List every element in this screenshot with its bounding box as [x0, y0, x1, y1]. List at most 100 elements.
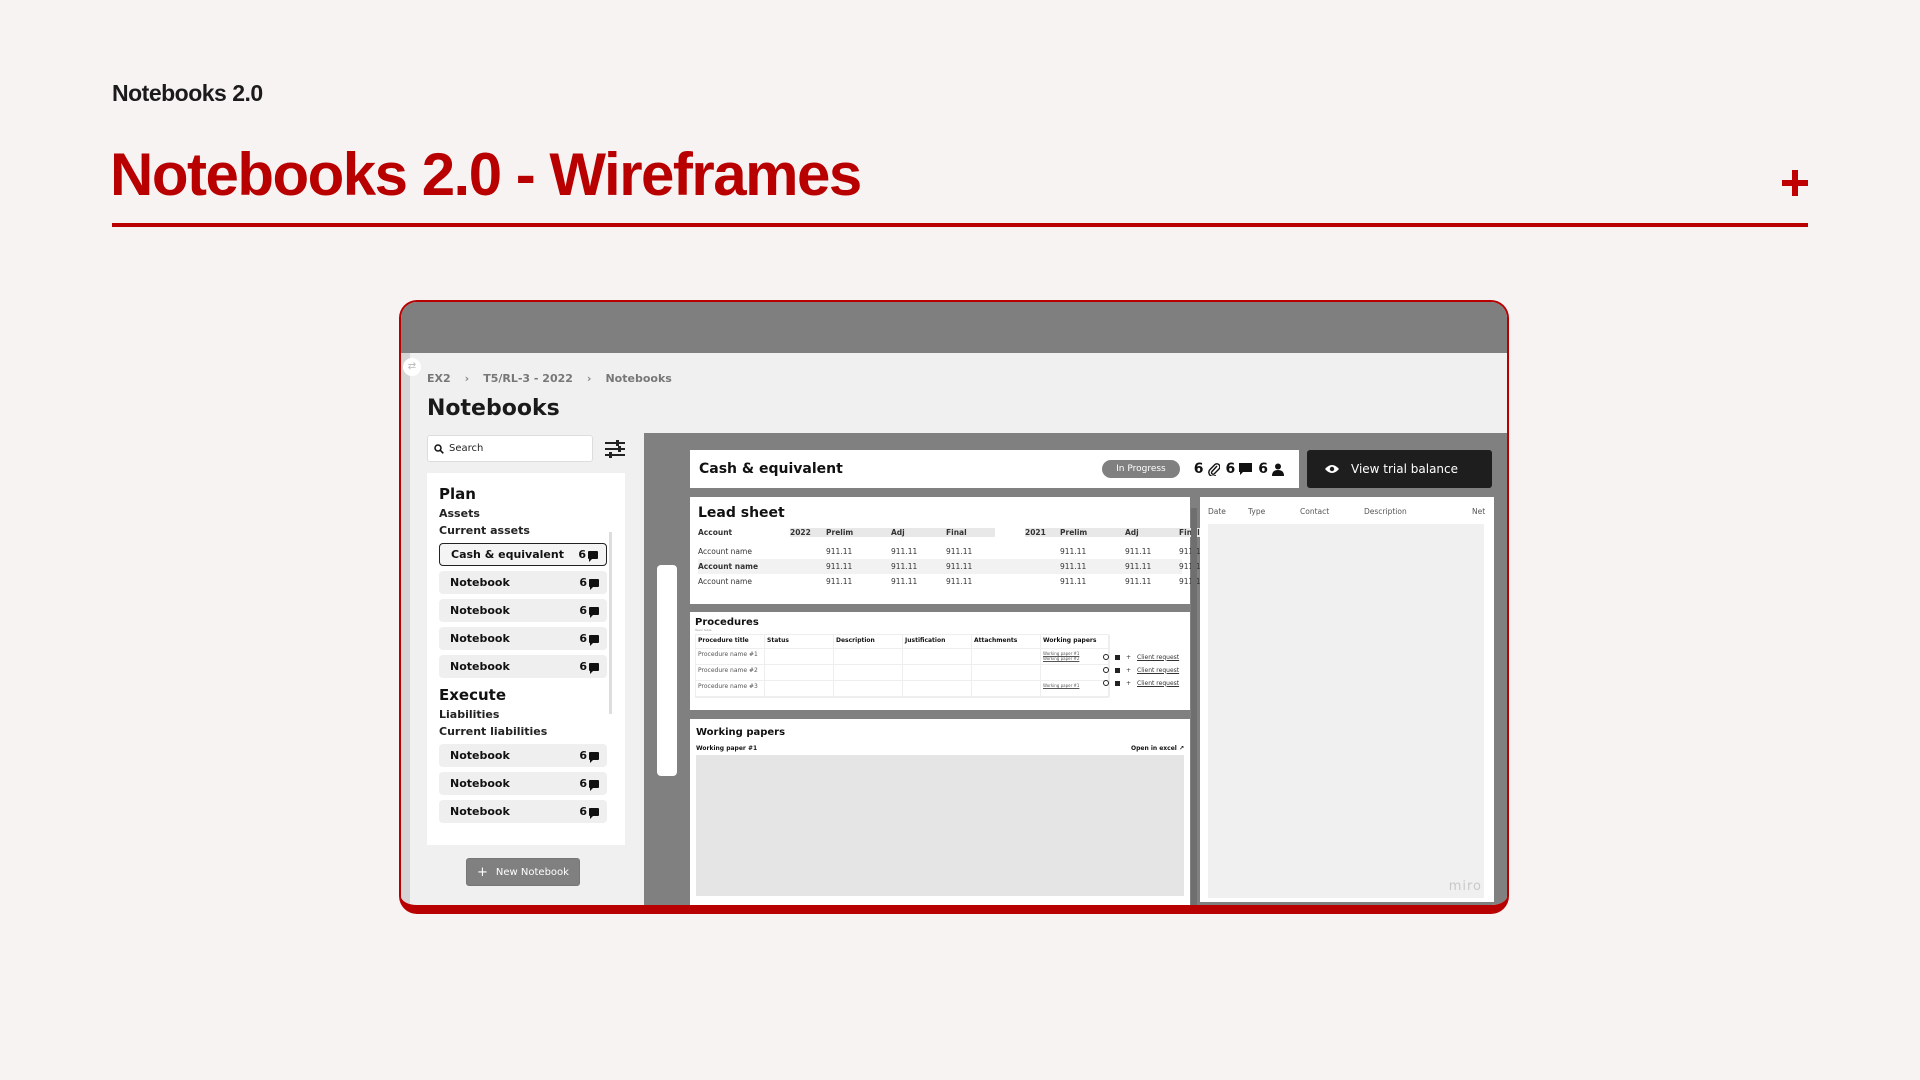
external-link-icon: ↗: [1178, 745, 1184, 752]
plus-icon[interactable]: [1782, 170, 1808, 196]
breadcrumb: EX2 › T5/RL-3 - 2022 › Notebooks: [427, 372, 672, 385]
procedure-title[interactable]: Procedure name #3: [696, 681, 765, 697]
notebook-item[interactable]: Notebook 6: [439, 744, 607, 767]
notebook-item[interactable]: Notebook 6: [439, 627, 607, 650]
notebook-item[interactable]: Notebook 6: [439, 599, 607, 622]
comment-icon[interactable]: [1115, 680, 1120, 686]
client-request-link[interactable]: Client request: [1137, 680, 1179, 687]
col-header: Prelim: [1060, 528, 1125, 537]
procedure-title[interactable]: Procedure name #2: [696, 665, 765, 681]
transactions-body: miro: [1208, 524, 1484, 898]
notebook-label: Notebook: [450, 749, 510, 762]
notebook-label: Notebook: [450, 576, 510, 589]
attachments-count[interactable]: 6: [1194, 461, 1220, 477]
col-header: Description: [1364, 507, 1407, 516]
lead-sheet-title: Lead sheet: [698, 505, 785, 521]
breadcrumb-item[interactable]: T5/RL-3 - 2022: [483, 372, 573, 385]
add-circle-icon[interactable]: [1103, 654, 1109, 660]
lead-sheet-row[interactable]: Account name 911.11 911.11 911.11 911.11…: [698, 559, 1205, 574]
comment-count: 6: [579, 576, 587, 589]
procedures-table: Procedure title Status Description Justi…: [695, 634, 1110, 698]
paperclip-icon: [1207, 463, 1220, 476]
search-placeholder: Search: [449, 443, 484, 454]
status-badge[interactable]: In Progress: [1102, 460, 1180, 478]
lead-sheet-card: Lead sheet Account 2022 Prelim Adj Final…: [690, 497, 1221, 604]
comment-icon[interactable]: [1115, 667, 1120, 673]
comment-count: 6: [579, 632, 587, 645]
col-header: Procedure title: [696, 635, 765, 649]
trial-balance-label: View trial balance: [1351, 462, 1459, 476]
comment-icon[interactable]: [1115, 654, 1120, 660]
attachments-number: 6: [1193, 461, 1204, 477]
notebook-item[interactable]: Notebook 6: [439, 655, 607, 678]
group-label: Liabilities: [439, 708, 500, 721]
procedures-caption: Team table: [695, 628, 712, 632]
chevron-right-icon: ›: [586, 372, 592, 385]
notebook-item[interactable]: Notebook 6: [439, 772, 607, 795]
cell: 911.11: [946, 577, 973, 586]
users-count[interactable]: 6: [1258, 461, 1284, 477]
notebook-item[interactable]: Notebook 6: [439, 800, 607, 823]
swap-icon[interactable]: ⇄: [403, 358, 421, 376]
comment-count: 6: [579, 604, 587, 617]
comment-count: 6: [579, 805, 587, 818]
comment-icon: [1239, 462, 1253, 475]
notebook-sidebar: Plan Assets Current assets Cash & equiva…: [427, 473, 625, 845]
filter-sliders-icon[interactable]: [604, 439, 626, 459]
new-notebook-label: New Notebook: [495, 866, 569, 878]
cell: 911.11: [1125, 547, 1152, 556]
notebook-main-area: Cash & equivalent In Progress 6 6 6 View…: [644, 433, 1507, 905]
plus-icon: +: [477, 864, 488, 880]
comment-icon: [589, 606, 599, 618]
title-divider: [112, 223, 1808, 227]
col-header: 2022: [790, 528, 826, 537]
procedures-card: Procedures Team table Procedure title St…: [690, 612, 1190, 710]
comment-icon: [589, 578, 599, 590]
plus-icon: +: [1126, 653, 1132, 661]
cell: 911.11: [946, 547, 973, 556]
add-circle-icon[interactable]: [1103, 667, 1109, 673]
open-in-excel-link[interactable]: Open in excel ↗: [1131, 745, 1184, 752]
view-trial-balance-button[interactable]: View trial balance: [1307, 450, 1492, 488]
working-paper-link[interactable]: Working paper #2: [1043, 656, 1107, 661]
account-name: Account name: [698, 562, 759, 571]
notebook-label: Cash & equivalent: [451, 548, 564, 561]
main-scrollbar[interactable]: [657, 565, 677, 776]
breadcrumb-item[interactable]: EX2: [427, 372, 451, 385]
slide-subtitle: Notebooks 2.0: [112, 80, 263, 106]
lead-sheet-row[interactable]: Account name 911.11 911.11 911.11 911.11…: [698, 544, 1205, 559]
notebook-item-active[interactable]: Cash & equivalent 6: [439, 543, 607, 566]
col-header: Contact: [1300, 507, 1330, 516]
lead-sheet-row[interactable]: Account name 911.11 911.11 911.11 911.11…: [698, 574, 1205, 589]
new-notebook-button[interactable]: + New Notebook: [466, 858, 580, 886]
breadcrumb-item[interactable]: Notebooks: [605, 372, 671, 385]
notebook-item[interactable]: Notebook 6: [439, 571, 607, 594]
users-number: 6: [1258, 461, 1268, 477]
comments-count[interactable]: 6: [1226, 461, 1253, 477]
open-in-excel-label: Open in excel: [1131, 745, 1177, 752]
working-paper-preview[interactable]: [696, 755, 1184, 896]
procedure-title[interactable]: Procedure name #1: [696, 649, 765, 665]
col-header: Prelim: [826, 528, 891, 537]
sidebar-scrollbar[interactable]: [609, 532, 612, 714]
comment-icon: [589, 634, 599, 646]
plus-icon: +: [1126, 679, 1132, 687]
search-input[interactable]: Search: [427, 435, 593, 462]
col-header: Attachments: [972, 635, 1041, 649]
col-header: Status: [765, 635, 834, 649]
transactions-header: Date Type Contact Description Net: [1208, 507, 1486, 516]
wireframe-window: ⇄ EX2 › T5/RL-3 - 2022 › Notebooks Noteb…: [399, 300, 1509, 914]
comment-icon: [589, 751, 599, 763]
col-header: Description: [834, 635, 903, 649]
cell: 911.11: [1060, 577, 1087, 586]
left-rail: [401, 353, 410, 905]
working-paper-link[interactable]: Working paper #1: [1043, 683, 1107, 688]
col-header: Date: [1208, 507, 1226, 516]
client-request-link[interactable]: Client request: [1137, 654, 1179, 661]
add-circle-icon[interactable]: [1103, 680, 1109, 686]
col-header: 2021: [1025, 528, 1060, 537]
client-request-link[interactable]: Client request: [1137, 667, 1179, 674]
working-papers-card: Working papers Working paper #1 Open in …: [690, 719, 1190, 905]
panel-divider[interactable]: [1191, 508, 1197, 905]
col-header: Final: [946, 528, 995, 537]
